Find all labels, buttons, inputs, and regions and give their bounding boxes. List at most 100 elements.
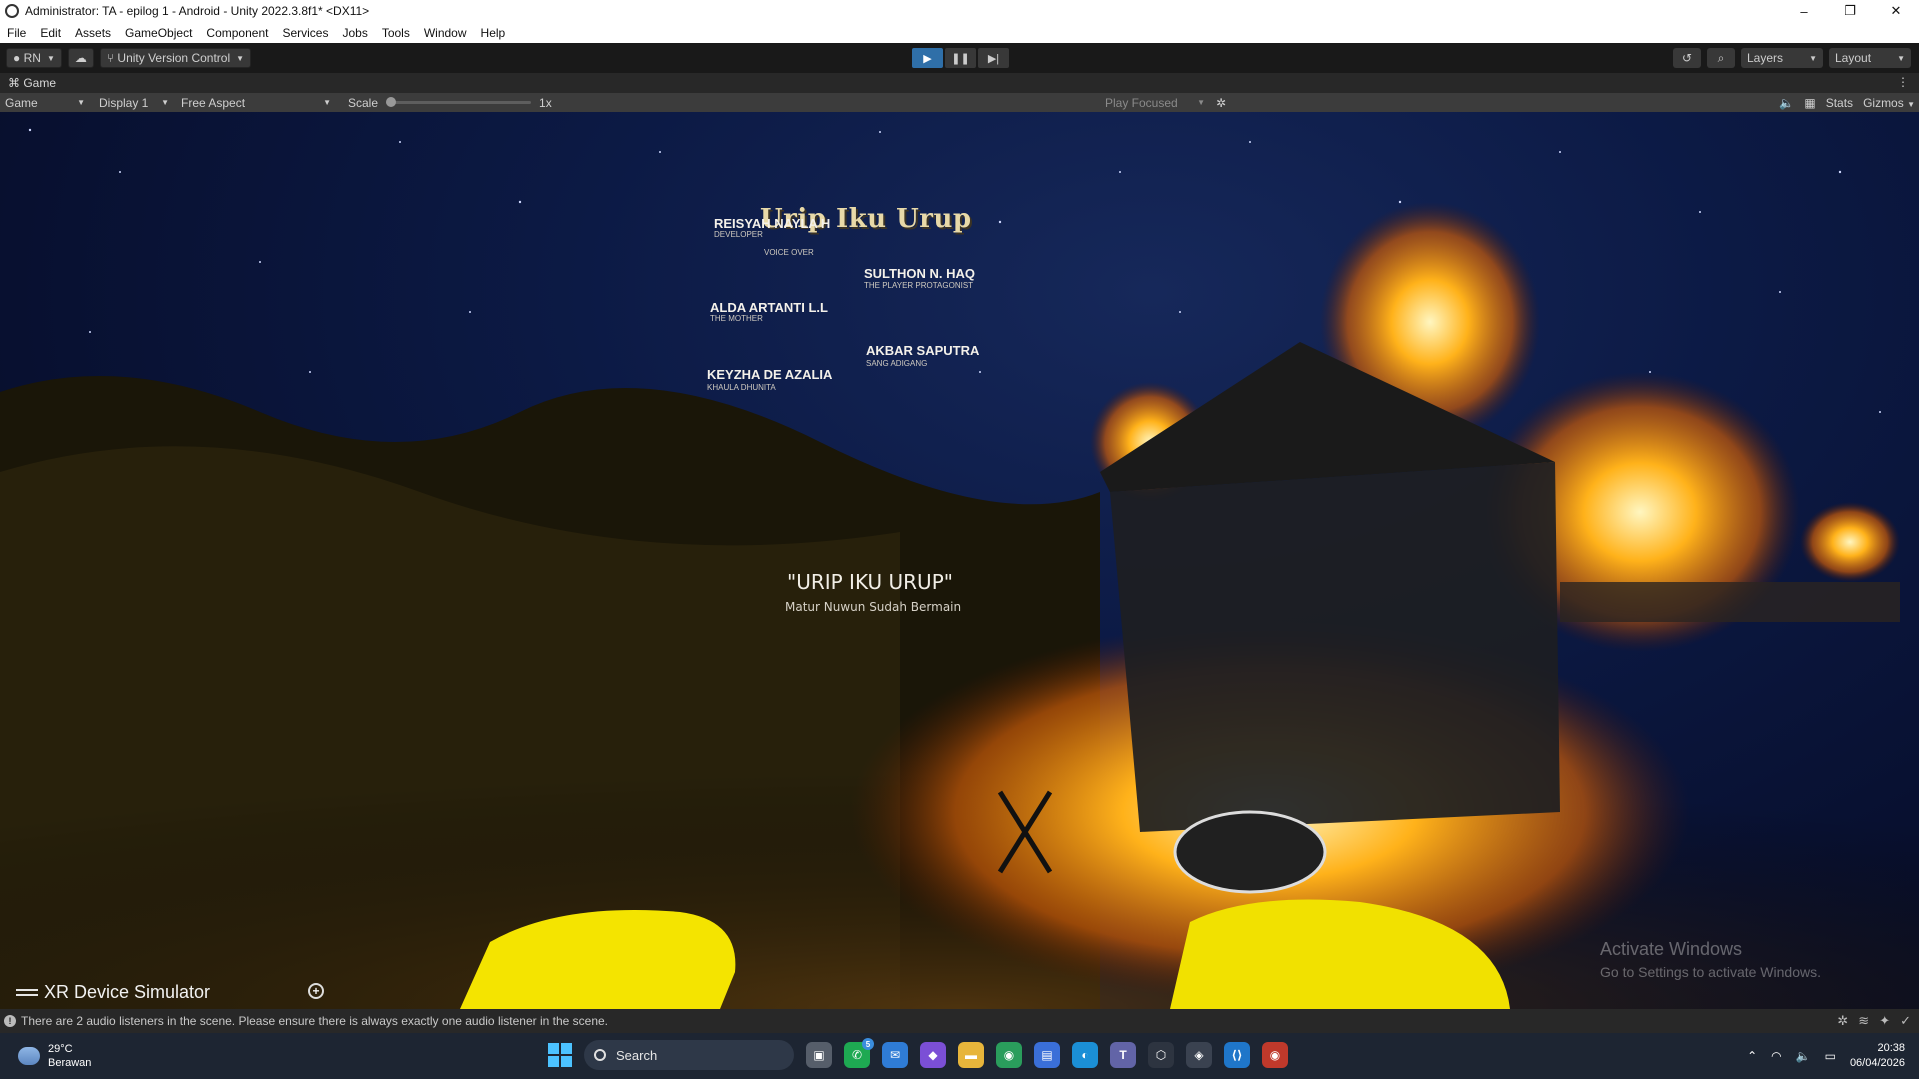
scale-slider[interactable] bbox=[386, 97, 532, 107]
scale-slider-handle[interactable] bbox=[386, 97, 397, 107]
add-icon[interactable]: + bbox=[308, 983, 324, 999]
scale-value: 1x bbox=[539, 95, 552, 110]
microsoft-store-icon[interactable]: ▤ bbox=[1034, 1042, 1060, 1068]
view-label: Game bbox=[5, 95, 38, 110]
main-toolbar: ● RN ▼ ☁ ⑂ Unity Version Control ▼ ▶ ❚❚ … bbox=[0, 43, 1919, 73]
menu-services[interactable]: Services bbox=[275, 26, 335, 40]
system-tray: ⌃ ◠ 🔈 ▭ 20:38 06/04/2026 bbox=[1747, 1041, 1905, 1071]
chevron-up-icon[interactable]: ⌃ bbox=[1747, 1049, 1757, 1063]
bug-icon[interactable]: ✲ bbox=[1216, 96, 1226, 110]
display-label: Display 1 bbox=[99, 95, 149, 110]
windows-start-icon[interactable] bbox=[548, 1043, 572, 1067]
battery-icon[interactable]: ▭ bbox=[1825, 1049, 1836, 1063]
cloud-button[interactable]: ☁ bbox=[67, 48, 94, 68]
layers-icon[interactable]: ≋ bbox=[1858, 1013, 1869, 1029]
vscode-icon[interactable]: ⟨⟩ bbox=[1224, 1042, 1250, 1068]
credit-role: THE PLAYER PROTAGONIST bbox=[864, 281, 974, 290]
version-control-dropdown[interactable]: ⑂ Unity Version Control ▼ bbox=[99, 48, 252, 68]
game-controls-right: 🔈 ▦ Stats Gizmos ▼ bbox=[1779, 93, 1915, 112]
view-dropdown[interactable]: Game ▼ bbox=[0, 93, 90, 112]
volume-icon[interactable]: 🔈 bbox=[1796, 1049, 1811, 1063]
menu-jobs[interactable]: Jobs bbox=[335, 26, 374, 40]
edge-icon[interactable]: ◐ bbox=[1072, 1042, 1098, 1068]
search-icon bbox=[594, 1049, 606, 1061]
menu-gameobject[interactable]: GameObject bbox=[118, 26, 199, 40]
gamepad-icon: ⌘ bbox=[8, 76, 24, 90]
menu-tools[interactable]: Tools bbox=[375, 26, 417, 40]
status-icons: ✲ ≋ ✦ ✓ bbox=[1837, 1013, 1911, 1029]
layers-dropdown[interactable]: Layers ▼ bbox=[1741, 48, 1823, 68]
taskbar-apps: Search ▣ ✆ 5 ✉ ◆ ▬ ◉ ▤ ◐ T ⬡ ◈ ⟨⟩ ◉ bbox=[548, 1038, 1288, 1070]
search-icon[interactable]: ⌕ bbox=[1707, 48, 1735, 68]
whatsapp-icon[interactable]: ✆ 5 bbox=[844, 1038, 874, 1068]
unity-hub-icon[interactable]: ⬡ bbox=[1148, 1042, 1174, 1068]
taskbar-search[interactable]: Search bbox=[584, 1040, 794, 1070]
credit-role: KHAULA DHUNITA bbox=[707, 383, 776, 392]
hamburger-icon[interactable] bbox=[16, 988, 38, 996]
menu-edit[interactable]: Edit bbox=[33, 26, 68, 40]
display-dropdown[interactable]: Display 1 ▼ bbox=[94, 93, 174, 112]
menu-help[interactable]: Help bbox=[474, 26, 513, 40]
closing-title: "URIP IKU URUP" bbox=[787, 570, 953, 594]
search-placeholder: Search bbox=[616, 1047, 658, 1063]
file-explorer-icon[interactable]: ▬ bbox=[958, 1042, 984, 1068]
chevron-down-icon: ▼ bbox=[46, 53, 55, 63]
fire-far-right bbox=[1800, 502, 1900, 582]
menu-window[interactable]: Window bbox=[417, 26, 474, 40]
unity-editor-icon[interactable]: ◈ bbox=[1186, 1042, 1212, 1068]
lighting-icon[interactable]: ✦ bbox=[1879, 1013, 1890, 1029]
copilot-icon[interactable]: ◆ bbox=[920, 1042, 946, 1068]
clock[interactable]: 20:38 06/04/2026 bbox=[1850, 1041, 1905, 1071]
credit-role: SANG ADIGANG bbox=[866, 359, 928, 368]
stats-button[interactable]: Stats bbox=[1826, 96, 1853, 110]
speaker-icon[interactable]: 🔈 bbox=[1779, 96, 1794, 110]
menu-component[interactable]: Component bbox=[199, 26, 275, 40]
game-view[interactable]: Urip Iku Urup REISYAH NAYLA H DEVELOPER … bbox=[0, 112, 1919, 1009]
play-button[interactable]: ▶ bbox=[912, 48, 943, 68]
gizmos-dropdown[interactable]: Gizmos ▼ bbox=[1863, 96, 1915, 110]
bug-icon[interactable]: ✲ bbox=[1837, 1013, 1848, 1029]
account-label: RN bbox=[23, 51, 41, 65]
chrome-profile-icon[interactable]: ◉ bbox=[1262, 1042, 1288, 1068]
chevron-down-icon: ▼ bbox=[77, 98, 85, 107]
branch-icon: ⑂ bbox=[106, 51, 118, 65]
menu-file[interactable]: File bbox=[0, 26, 33, 40]
grid-icon[interactable]: ▦ bbox=[1804, 96, 1815, 110]
tab-game[interactable]: ⌘ Game bbox=[0, 76, 56, 90]
close-button[interactable]: ✕ bbox=[1873, 0, 1919, 22]
layout-dropdown[interactable]: Layout ▼ bbox=[1829, 48, 1911, 68]
status-message[interactable]: There are 2 audio listeners in the scene… bbox=[21, 1014, 608, 1028]
clock-time: 20:38 bbox=[1877, 1042, 1905, 1054]
windows-taskbar: 29°C Berawan Search ▣ ✆ 5 ✉ ◆ ▬ ◉ ▤ ◐ T ⬡… bbox=[0, 1033, 1919, 1079]
version-control-label: Unity Version Control bbox=[117, 51, 231, 65]
aspect-dropdown[interactable]: Free Aspect ▼ bbox=[176, 93, 336, 112]
credit-name: ALDA ARTANTI L.L bbox=[710, 300, 828, 315]
chrome-icon[interactable]: ◉ bbox=[996, 1042, 1022, 1068]
weather-desc: Berawan bbox=[48, 1057, 92, 1069]
cloud-icon: ☁ bbox=[74, 51, 87, 65]
xr-device-simulator-panel[interactable]: XR Device Simulator + bbox=[0, 974, 330, 1009]
pause-button[interactable]: ❚❚ bbox=[945, 48, 976, 68]
more-options-icon[interactable]: ⋮ bbox=[1897, 75, 1909, 89]
weather-widget[interactable]: 29°C Berawan bbox=[18, 1042, 91, 1070]
chevron-down-icon: ▼ bbox=[1897, 53, 1905, 63]
chevron-down-icon: ▼ bbox=[323, 98, 331, 107]
window-controls: – ❐ ✕ bbox=[1781, 0, 1919, 22]
teams-icon[interactable]: T bbox=[1110, 1042, 1136, 1068]
maximize-button[interactable]: ❐ bbox=[1827, 0, 1873, 22]
credit-role: THE MOTHER bbox=[710, 314, 763, 323]
clock-date: 06/04/2026 bbox=[1849, 1057, 1905, 1069]
check-icon[interactable]: ✓ bbox=[1900, 1013, 1911, 1029]
minimize-button[interactable]: – bbox=[1781, 0, 1827, 22]
account-icon: ● bbox=[13, 51, 24, 65]
account-dropdown[interactable]: ● RN ▼ bbox=[6, 48, 62, 68]
gizmos-label: Gizmos bbox=[1863, 95, 1904, 110]
task-view-icon[interactable]: ▣ bbox=[806, 1042, 832, 1068]
outlook-icon[interactable]: ✉ bbox=[882, 1042, 908, 1068]
menu-assets[interactable]: Assets bbox=[68, 26, 118, 40]
history-icon[interactable]: ↺ bbox=[1673, 48, 1701, 68]
wifi-icon[interactable]: ◠ bbox=[1771, 1049, 1781, 1063]
aspect-label: Free Aspect bbox=[181, 95, 246, 110]
step-button[interactable]: ▶| bbox=[978, 48, 1009, 68]
play-mode-dropdown[interactable]: Play Focused ▼ bbox=[1100, 93, 1210, 112]
